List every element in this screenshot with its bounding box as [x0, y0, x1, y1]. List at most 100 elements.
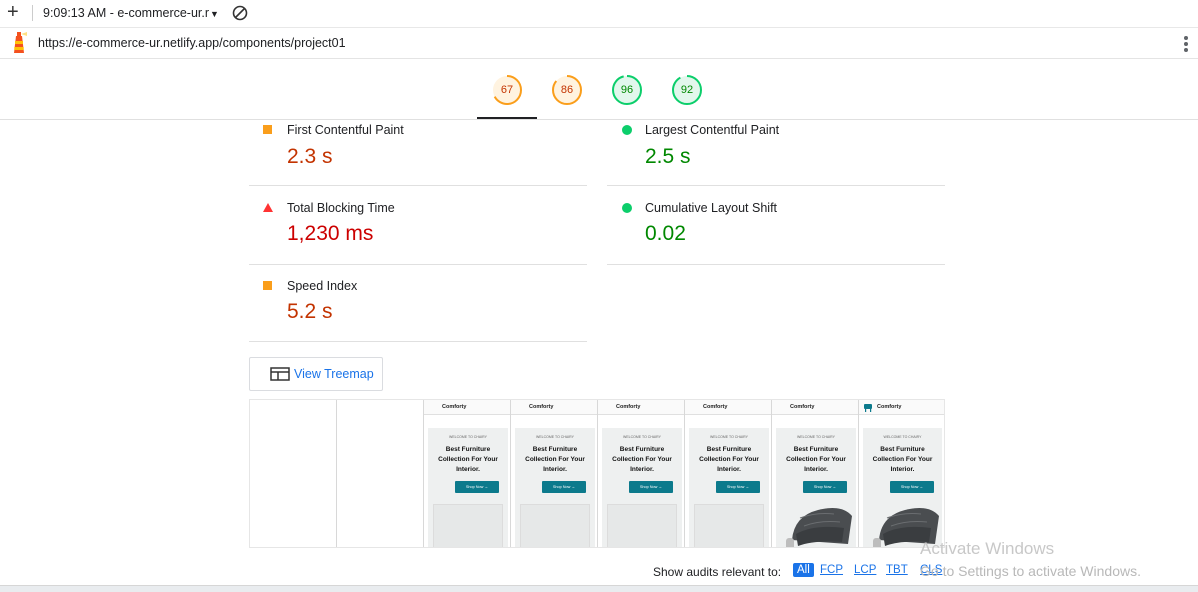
frame-shop-button: Shop Now → — [629, 481, 673, 493]
frame-header: Comforty — [685, 400, 771, 415]
frame-brand: Comforty — [616, 404, 641, 410]
no-entry-icon[interactable] — [232, 5, 248, 26]
metric-label: First Contentful Paint — [287, 123, 404, 137]
metric-value: 2.5 s — [645, 145, 691, 168]
metric-value: 2.3 s — [287, 145, 333, 168]
frame-title: Best Furniture Collection For Your Inter… — [612, 446, 672, 473]
frame-shop-button: Shop Now → — [542, 481, 586, 493]
score-gauges: 67 86 96 92 — [0, 59, 1198, 120]
frame-header: Comforty — [511, 400, 597, 415]
metric-largest-contentful-paint: Largest Contentful Paint 2.5 s — [607, 107, 945, 186]
windows-activation-hint: Go to Settings to activate Windows. — [920, 563, 1141, 579]
red-triangle-icon — [263, 203, 273, 212]
frame-photo-placeholder — [433, 504, 503, 547]
metric-label: Speed Index — [287, 279, 358, 293]
frame-brand: Comforty — [703, 404, 728, 410]
audit-filter-chip-lcp[interactable]: LCP — [854, 564, 876, 576]
metric-value: 0.02 — [645, 222, 686, 245]
report-session-dropdown[interactable]: 9:09:13 AM - e-commerce-ur.r▼ — [43, 6, 219, 20]
audit-filter-chip-fcp[interactable]: FCP — [820, 564, 843, 576]
green-circle-icon — [622, 203, 632, 213]
score-gauge-accessibility[interactable]: 86 — [551, 74, 583, 106]
frame-shop-button: Shop Now → — [716, 481, 760, 493]
treemap-icon — [270, 367, 290, 386]
filmstrip-frame: Comforty WELCOME TO CHAIRY Best Furniture … — [424, 400, 511, 547]
orange-square-icon — [263, 125, 272, 134]
top-toolbar: + 9:09:13 AM - e-commerce-ur.r▼ — [0, 0, 1198, 28]
audit-filter-chip-all[interactable]: All — [793, 563, 814, 577]
frame-shop-button: Shop Now → — [455, 481, 499, 493]
frame-header: Comforty — [859, 400, 944, 415]
report-url: https://e-commerce-ur.netlify.app/compon… — [38, 36, 346, 50]
frame-brand: Comforty — [442, 404, 467, 410]
frame-welcome: WELCOME TO CHAIRY — [883, 435, 922, 439]
metric-speed-index: Speed Index 5.2 s — [249, 263, 587, 342]
frame-hero: WELCOME TO CHAIRY Best Furniture Collecti… — [428, 428, 508, 547]
metric-label: Total Blocking Time — [287, 201, 395, 215]
metric-total-blocking-time: Total Blocking Time 1,230 ms — [249, 186, 587, 265]
frame-title: Best Furniture Collection For Your Inter… — [438, 446, 498, 473]
frame-photo-placeholder — [694, 504, 764, 547]
score-gauge-seo[interactable]: 92 — [671, 74, 703, 106]
frame-shop-button: Shop Now → — [890, 481, 934, 493]
frame-header: Comforty — [772, 400, 858, 415]
filmstrip-frame: Comforty WELCOME TO CHAIRY Best Furniture … — [772, 400, 859, 547]
frame-brand: Comforty — [790, 404, 815, 410]
metric-value: 5.2 s — [287, 300, 333, 323]
frame-shop-button: Shop Now → — [803, 481, 847, 493]
filmstrip-frame: Comforty WELCOME TO CHAIRY Best Furniture … — [598, 400, 685, 547]
orange-square-icon — [263, 281, 272, 290]
frame-title: Best Furniture Collection For Your Inter… — [699, 446, 759, 473]
view-treemap-button[interactable]: View Treemap — [249, 357, 383, 391]
audit-filter-label: Show audits relevant to: — [653, 565, 782, 579]
toolbar-divider — [32, 5, 33, 21]
plus-icon[interactable]: + — [7, 2, 19, 22]
audit-filter-chip-tbt[interactable]: TBT — [886, 564, 908, 576]
metric-label: Largest Contentful Paint — [645, 123, 780, 137]
frame-hero: WELCOME TO CHAIRY Best Furniture Collecti… — [602, 428, 682, 547]
frame-hero: WELCOME TO CHAIRY Best Furniture Collecti… — [863, 428, 942, 547]
frame-photo-placeholder — [607, 504, 677, 547]
frame-brand: Comforty — [529, 404, 554, 410]
metric-label: Cumulative Layout Shift — [645, 201, 778, 215]
filmstrip-frame: Comforty WELCOME TO CHAIRY Best Furniture … — [859, 400, 944, 547]
frame-title: Best Furniture Collection For Your Inter… — [786, 446, 846, 473]
frame-brand: Comforty — [877, 404, 902, 410]
lighthouse-icon — [10, 31, 28, 60]
frame-photo-placeholder — [520, 504, 590, 547]
metric-value: 1,230 ms — [287, 222, 374, 245]
filmstrip-frame — [337, 400, 424, 547]
frame-hero: WELCOME TO CHAIRY Best Furniture Collecti… — [776, 428, 856, 547]
frame-header: Comforty — [424, 400, 510, 415]
frame-title: Best Furniture Collection For Your Inter… — [525, 446, 585, 473]
green-circle-icon — [622, 125, 632, 135]
metric-cumulative-layout-shift: Cumulative Layout Shift 0.02 — [607, 186, 945, 265]
gauge-score: 92 — [680, 84, 694, 96]
filmstrip-frame — [250, 400, 337, 547]
report-url-bar: https://e-commerce-ur.netlify.app/compon… — [0, 28, 1198, 59]
frame-welcome: WELCOME TO CHAIRY — [797, 435, 835, 439]
chair-logo-icon — [864, 404, 872, 412]
gauge-score: 67 — [500, 84, 514, 96]
chair-photo — [786, 508, 852, 547]
filmstrip-frame: Comforty WELCOME TO CHAIRY Best Furniture … — [511, 400, 598, 547]
frame-welcome: WELCOME TO CHAIRY — [710, 435, 748, 439]
frame-welcome: WELCOME TO CHAIRY — [623, 435, 661, 439]
view-treemap-label: View Treemap — [294, 367, 374, 381]
frame-hero: WELCOME TO CHAIRY Best Furniture Collecti… — [689, 428, 769, 547]
windows-activation-title: Activate Windows — [920, 539, 1055, 558]
report-session-label: 9:09:13 AM - e-commerce-ur.r — [43, 6, 210, 20]
kebab-icon[interactable] — [1184, 36, 1188, 54]
frame-welcome: WELCOME TO CHAIRY — [449, 435, 487, 439]
frame-header: Comforty — [598, 400, 684, 415]
gauge-score: 96 — [620, 84, 634, 96]
filmstrip: Comforty WELCOME TO CHAIRY Best Furniture … — [249, 399, 945, 548]
metric-first-contentful-paint: First Contentful Paint 2.3 s — [249, 107, 587, 186]
frame-welcome: WELCOME TO CHAIRY — [536, 435, 574, 439]
filmstrip-frame: Comforty WELCOME TO CHAIRY Best Furniture … — [685, 400, 772, 547]
frame-hero: WELCOME TO CHAIRY Best Furniture Collecti… — [515, 428, 595, 547]
score-gauge-best-practices[interactable]: 96 — [611, 74, 643, 106]
score-gauge-performance[interactable]: 67 — [491, 74, 523, 106]
frame-title: Best Furniture Collection For Your Inter… — [872, 446, 933, 473]
caret-down-icon: ▼ — [210, 9, 219, 19]
